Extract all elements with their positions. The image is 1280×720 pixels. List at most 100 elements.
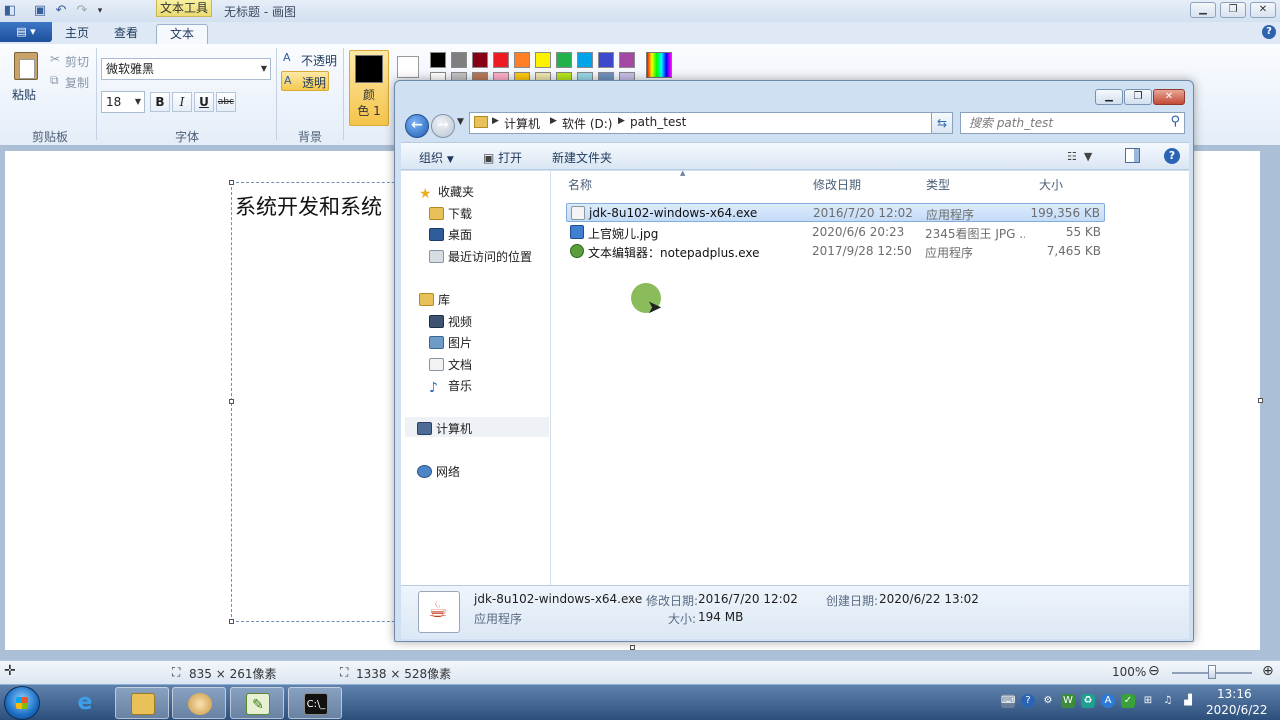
- palette-swatch[interactable]: [556, 52, 572, 68]
- preview-pane-icon[interactable]: [1125, 148, 1140, 163]
- maximize-button[interactable]: ❐: [1220, 2, 1246, 18]
- redo-icon[interactable]: ↷: [74, 3, 90, 19]
- palette-swatch[interactable]: [430, 52, 446, 68]
- taskbar-paint[interactable]: [172, 687, 226, 719]
- ime-settings-icon[interactable]: ⚙: [1041, 694, 1055, 708]
- copy-button[interactable]: 复制: [65, 74, 89, 91]
- column-header-size[interactable]: 大小: [1039, 176, 1063, 193]
- forward-button[interactable]: →: [431, 114, 455, 138]
- signal-icon[interactable]: ▟: [1181, 694, 1195, 708]
- nav-pictures[interactable]: 图片: [429, 334, 472, 351]
- palette-swatch[interactable]: [598, 52, 614, 68]
- search-box[interactable]: ⚲: [960, 112, 1185, 134]
- keyboard-icon[interactable]: ⌨: [1001, 694, 1015, 708]
- new-folder-button[interactable]: 新建文件夹: [552, 149, 612, 166]
- help-icon[interactable]: ?: [1262, 25, 1276, 39]
- nav-computer[interactable]: 计算机: [417, 420, 472, 437]
- palette-swatch[interactable]: [493, 52, 509, 68]
- resize-handle[interactable]: [630, 645, 635, 650]
- edit-colors-button[interactable]: [646, 52, 672, 78]
- resize-handle[interactable]: [229, 619, 234, 624]
- minimize-button[interactable]: ▁: [1190, 2, 1216, 18]
- copy-icon[interactable]: ⧉: [50, 73, 59, 88]
- save-icon[interactable]: ▣: [32, 3, 48, 19]
- nav-videos[interactable]: 视频: [429, 313, 472, 330]
- column-header-type[interactable]: 类型: [926, 176, 950, 193]
- app-tray-icon[interactable]: ♻: [1081, 694, 1095, 708]
- security-tray-icon[interactable]: ✓: [1121, 694, 1135, 708]
- refresh-button[interactable]: ⇆: [931, 112, 953, 134]
- zoom-out-icon[interactable]: ⊖: [1148, 663, 1160, 679]
- close-button[interactable]: ✕: [1250, 2, 1276, 18]
- search-input[interactable]: [961, 113, 1161, 133]
- color-2-button[interactable]: [397, 56, 419, 78]
- nav-recent[interactable]: 最近访问的位置: [429, 248, 532, 265]
- cut-icon[interactable]: ✂: [50, 52, 60, 66]
- color-1-button[interactable]: 颜 色 1: [349, 50, 389, 126]
- explorer-minimize-button[interactable]: ▁: [1095, 89, 1123, 105]
- assistant-tray-icon[interactable]: A: [1101, 694, 1115, 708]
- breadcrumb-arrow-icon[interactable]: ▶: [550, 116, 557, 126]
- bold-button[interactable]: B: [150, 92, 170, 112]
- volume-icon[interactable]: ♫: [1161, 694, 1175, 708]
- clock-date[interactable]: 2020/6/22: [1206, 703, 1268, 717]
- undo-icon[interactable]: ↶: [53, 3, 69, 19]
- resize-handle[interactable]: [229, 399, 234, 404]
- ime-icon[interactable]: W: [1061, 694, 1075, 708]
- font-size-select[interactable]: 18 ▼: [101, 91, 145, 113]
- back-button[interactable]: ←: [405, 114, 429, 138]
- clock-time[interactable]: 13:16: [1217, 687, 1252, 701]
- quick-access-dropdown-icon[interactable]: ▾: [92, 3, 108, 19]
- paint-app-icon[interactable]: ◧: [2, 3, 18, 19]
- app-menu-button[interactable]: ▤ ▾: [0, 22, 52, 42]
- file-row[interactable]: 文本编辑器：notepadplus.exe 2017/9/28 12:50 应用…: [566, 242, 1105, 261]
- column-header-date[interactable]: 修改日期: [813, 176, 861, 193]
- cut-button[interactable]: 剪切: [65, 53, 89, 70]
- palette-swatch[interactable]: [472, 52, 488, 68]
- explorer-close-button[interactable]: ✕: [1153, 89, 1185, 105]
- transparent-button[interactable]: A 透明: [281, 71, 329, 91]
- breadcrumb-drive[interactable]: 软件 (D:): [562, 115, 612, 132]
- strikethrough-button[interactable]: abc: [216, 92, 236, 112]
- tab-text[interactable]: 文本: [156, 24, 208, 44]
- palette-swatch[interactable]: [619, 52, 635, 68]
- resize-handle[interactable]: [229, 180, 234, 185]
- font-family-select[interactable]: 微软雅黑 ▼: [101, 58, 271, 80]
- taskbar-notepadplus[interactable]: ✎: [230, 687, 284, 719]
- italic-button[interactable]: I: [172, 92, 192, 112]
- file-row[interactable]: 上官婉儿.jpg 2020/6/6 20:23 2345看图王 JPG ... …: [566, 223, 1105, 242]
- network-tray-icon[interactable]: ⊞: [1141, 694, 1155, 708]
- zoom-slider-thumb[interactable]: [1208, 665, 1216, 679]
- start-button[interactable]: [4, 686, 40, 720]
- breadcrumb-folder[interactable]: path_test: [630, 115, 686, 129]
- zoom-in-icon[interactable]: ⊕: [1262, 663, 1274, 679]
- nav-favorites[interactable]: ★ 收藏夹: [419, 183, 474, 202]
- help-tray-icon[interactable]: ?: [1021, 694, 1035, 708]
- address-bar[interactable]: ▶ 计算机 ▶ 软件 (D:) ▶ path_test ▼: [469, 112, 949, 134]
- paste-button[interactable]: 粘贴: [12, 86, 36, 103]
- nav-libraries[interactable]: 库: [419, 291, 450, 308]
- palette-swatch[interactable]: [514, 52, 530, 68]
- palette-swatch[interactable]: [577, 52, 593, 68]
- breadcrumb-arrow-icon[interactable]: ▶: [618, 116, 625, 126]
- palette-swatch[interactable]: [535, 52, 551, 68]
- search-icon[interactable]: ⚲: [1170, 114, 1180, 129]
- view-options-icon[interactable]: ☷ ▼: [1067, 150, 1092, 163]
- nav-documents[interactable]: 文档: [429, 356, 472, 373]
- taskbar-explorer[interactable]: [115, 687, 169, 719]
- open-button[interactable]: ▣ 打开: [483, 149, 522, 166]
- tab-home[interactable]: 主页: [56, 24, 98, 44]
- breadcrumb-computer[interactable]: 计算机: [504, 115, 540, 132]
- nav-downloads[interactable]: 下载: [429, 205, 472, 222]
- file-row[interactable]: jdk-8u102-windows-x64.exe 2016/7/20 12:0…: [566, 203, 1105, 222]
- column-header-name[interactable]: 名称: [568, 176, 592, 193]
- nav-network[interactable]: 网络: [417, 463, 460, 480]
- palette-swatch[interactable]: [451, 52, 467, 68]
- canvas-text[interactable]: 系统开发和系统: [235, 191, 382, 221]
- nav-music[interactable]: ♪ 音乐: [429, 377, 472, 396]
- taskbar-cmd[interactable]: C:\_: [288, 687, 342, 719]
- taskbar-ie[interactable]: e: [58, 687, 112, 719]
- nav-desktop[interactable]: 桌面: [429, 226, 472, 243]
- organize-button[interactable]: 组织 ▼: [419, 149, 454, 166]
- explorer-maximize-button[interactable]: ❐: [1124, 89, 1152, 105]
